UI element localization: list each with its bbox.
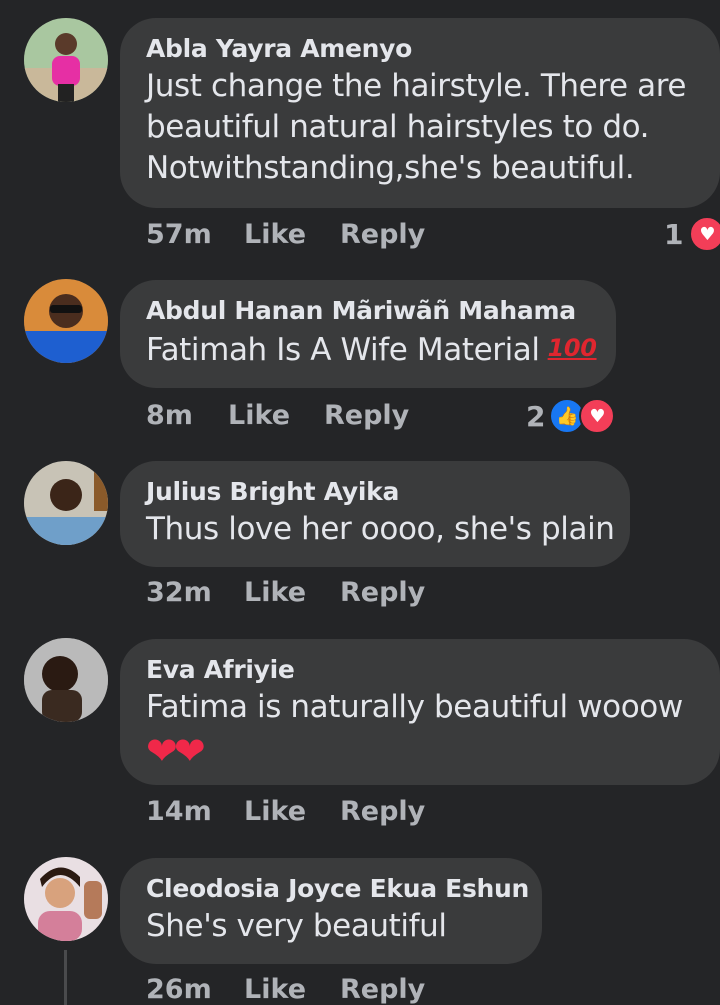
like-button[interactable]: Like (228, 400, 290, 431)
comment-bubble: Abla Yayra Amenyo Just change the hairst… (120, 18, 720, 208)
comment-text-line: She's very beautiful (146, 908, 447, 944)
hundred-points-icon: 100 (547, 334, 597, 362)
reply-button[interactable]: Reply (340, 577, 425, 608)
reply-button[interactable]: Reply (340, 974, 425, 1005)
comment-author[interactable]: Abla Yayra Amenyo (146, 32, 694, 66)
reply-button[interactable]: Reply (340, 796, 425, 827)
reply-button[interactable]: Reply (340, 219, 425, 250)
comment-author[interactable]: Eva Afriyie (146, 653, 694, 687)
reaction-count: 2 (526, 399, 546, 433)
comment-time[interactable]: 8m (146, 400, 193, 431)
hearts-emoji: ❤❤ (146, 729, 206, 773)
avatar[interactable] (24, 461, 108, 545)
avatar[interactable] (24, 279, 108, 363)
comment-bubble: Cleodosia Joyce Ekua Eshun She's very be… (120, 858, 542, 964)
reply-button[interactable]: Reply (324, 400, 409, 431)
avatar[interactable] (24, 857, 108, 941)
comment-bubble: Julius Bright Ayika Thus love her oooo, … (120, 461, 630, 567)
avatar[interactable] (24, 638, 108, 722)
like-button[interactable]: Like (244, 219, 306, 250)
comment-text-line: Fatimah Is A Wife Material (146, 332, 540, 368)
avatar[interactable] (24, 18, 108, 102)
comment-text-line: Fatima is naturally beautiful wooow (146, 689, 683, 725)
comment-text-line: Thus love her oooo, she's plain (146, 511, 615, 547)
comment-text: Fatimah Is A Wife Material 100 (146, 328, 597, 371)
comment-author[interactable]: Cleodosia Joyce Ekua Eshun (146, 872, 529, 906)
comment-text-line: Notwithstanding,she's beautiful. (146, 150, 635, 186)
comments-feed: Abla Yayra Amenyo Just change the hairst… (0, 0, 720, 1005)
comment-text-line: Just change the hairstyle. There are (146, 68, 687, 104)
reaction-count: 1 (664, 217, 684, 251)
reaction-summary[interactable]: 2 👍 ♥ (526, 398, 616, 434)
like-button[interactable]: Like (244, 974, 306, 1005)
reaction-summary[interactable]: 1 ♥ (664, 216, 720, 252)
like-button[interactable]: Like (244, 577, 306, 608)
love-icon: ♥ (579, 398, 616, 434)
comment-text-line: beautiful natural hairstyles to do. (146, 109, 650, 145)
comment-bubble: Eva Afriyie Fatima is naturally beautifu… (120, 639, 720, 785)
comment-author[interactable]: Julius Bright Ayika (146, 475, 604, 509)
comment-author[interactable]: Abdul Hanan Mãriwãñ Mahama (146, 294, 590, 328)
like-button[interactable]: Like (244, 796, 306, 827)
love-icon: ♥ (689, 216, 720, 252)
comment-time[interactable]: 57m (146, 219, 212, 250)
comment-time[interactable]: 14m (146, 796, 212, 827)
comment-bubble: Abdul Hanan Mãriwãñ Mahama Fatimah Is A … (120, 280, 616, 388)
comment-time[interactable]: 32m (146, 577, 212, 608)
comment-time[interactable]: 26m (146, 974, 212, 1005)
reply-thread-line (64, 950, 67, 1005)
